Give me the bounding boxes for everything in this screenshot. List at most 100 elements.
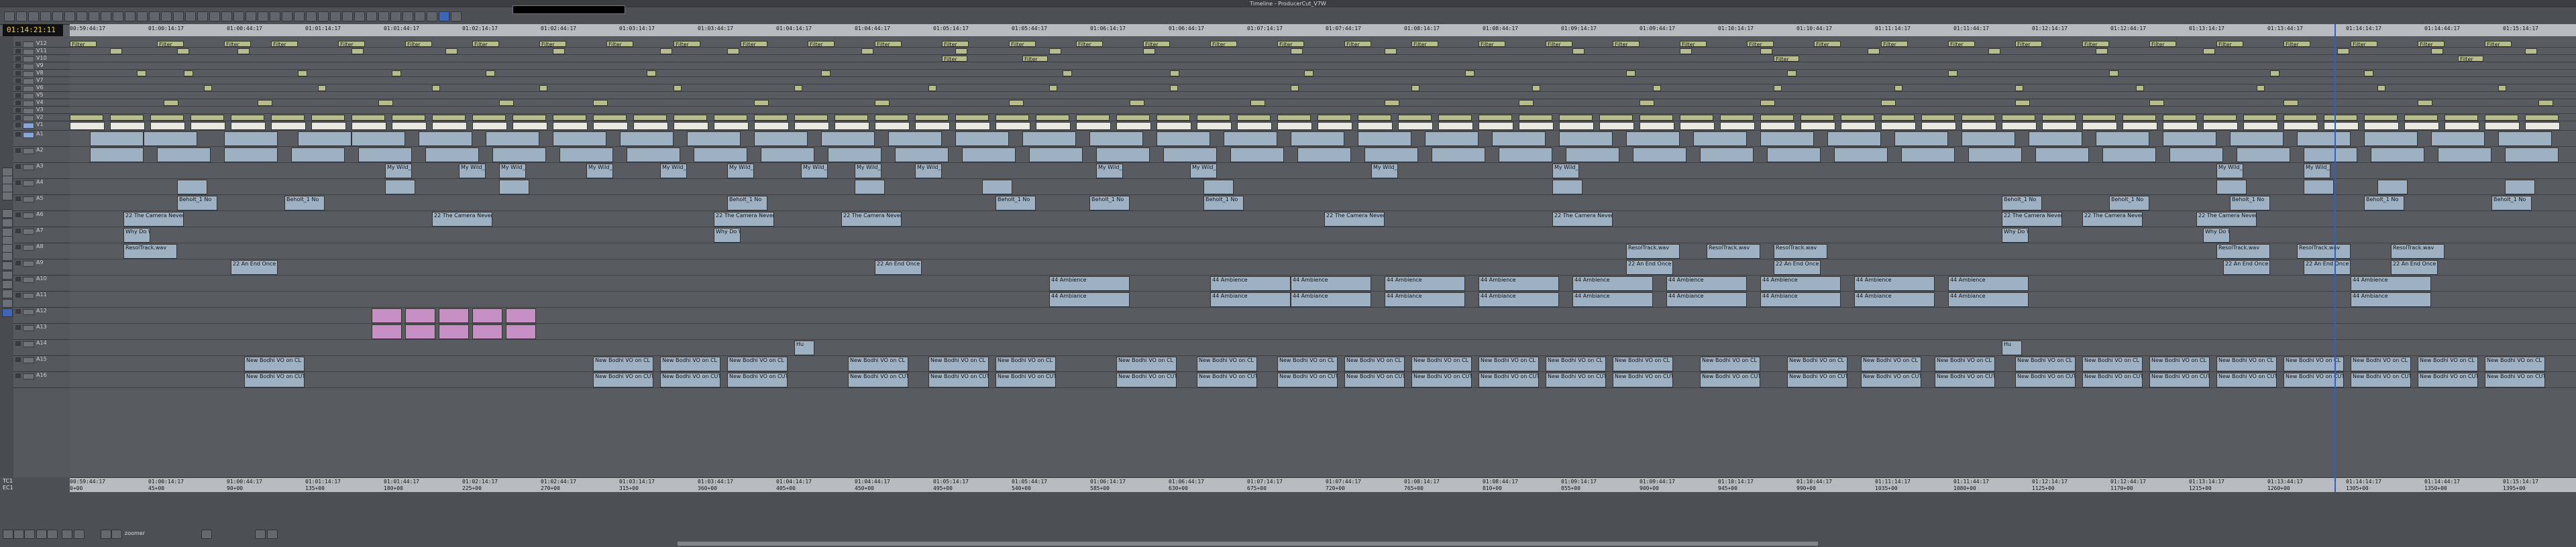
- toolbar-button-23[interactable]: [270, 11, 280, 21]
- timeline-clip[interactable]: [714, 122, 749, 130]
- timeline-clip[interactable]: [2485, 122, 2520, 130]
- track-select-a13[interactable]: [23, 325, 34, 331]
- timeline-clip[interactable]: ResolTrack.wav: [1707, 244, 1760, 259]
- timeline-clip[interactable]: [633, 115, 667, 121]
- track-select-v4[interactable]: [23, 101, 34, 107]
- track-select-a6[interactable]: [23, 212, 34, 219]
- side-tool-button-15[interactable]: [2, 299, 13, 308]
- timeline-clip[interactable]: [506, 308, 536, 323]
- track-lane-v10[interactable]: [70, 55, 2576, 62]
- timeline-clip[interactable]: [137, 70, 146, 76]
- timeline-clip[interactable]: [2203, 48, 2215, 54]
- timeline-clip[interactable]: Beholt_1 No: [2230, 196, 2270, 210]
- side-tool-button-5[interactable]: [2, 209, 13, 218]
- timeline-clip[interactable]: [1170, 85, 1178, 91]
- timeline-clip[interactable]: [2304, 147, 2357, 162]
- timeline-clip[interactable]: New Bodhi VO on CUTv404.mov: [1411, 373, 1472, 387]
- bottom-tool-button-9[interactable]: [111, 530, 122, 539]
- timeline-clip[interactable]: [1559, 115, 1593, 121]
- timeline-clip[interactable]: 44 Ambience: [1385, 276, 1465, 291]
- timeline-clip[interactable]: [1224, 131, 1277, 146]
- timeline-clip[interactable]: [224, 131, 278, 146]
- record-toggle-v3[interactable]: [15, 108, 21, 113]
- timeline-clip[interactable]: New Bodhi VO on CL: [1787, 357, 1847, 371]
- track-header-a15[interactable]: A15: [13, 356, 70, 372]
- timeline-clip[interactable]: Filter: [1277, 41, 1304, 47]
- timeline-clip[interactable]: 22 An End Once and: [875, 260, 922, 275]
- timeline-clip[interactable]: [204, 85, 212, 91]
- timeline-clip[interactable]: New Bodhi VO on CL: [2418, 357, 2478, 371]
- timeline-clip[interactable]: New Bodhi VO on CUTv404.mov: [1861, 373, 1921, 387]
- timeline-clip[interactable]: [1640, 122, 1674, 130]
- timeline-clip[interactable]: New Bodhi VO on CUTv404.mov: [2082, 373, 2143, 387]
- timeline-clip[interactable]: [2445, 122, 2479, 130]
- sequence-name-field[interactable]: [513, 5, 625, 14]
- timeline-clip[interactable]: [593, 122, 628, 130]
- timeline-clip[interactable]: Filter: [674, 41, 700, 47]
- timeline-clip[interactable]: 44 Ambience: [1572, 276, 1653, 291]
- timeline-clip[interactable]: New Bodhi VO on CL: [1197, 357, 1257, 371]
- timeline-clip[interactable]: New Bodhi VO on CUTv404.mov: [2149, 373, 2210, 387]
- timeline-clip[interactable]: Why Do We Fa: [123, 228, 150, 243]
- timeline-clip[interactable]: [1163, 147, 1217, 162]
- timeline-clip[interactable]: New Bodhi VO on CL: [1344, 357, 1405, 371]
- timeline-clip[interactable]: Filter: [2216, 41, 2243, 47]
- toolbar-button-1[interactable]: [4, 11, 15, 21]
- timeline-clip[interactable]: [2123, 122, 2157, 130]
- timeline-clip[interactable]: 22 An End Once and: [1774, 260, 1821, 275]
- timeline-clip[interactable]: New Bodhi VO on CL: [1613, 357, 1673, 371]
- timeline-clip[interactable]: [150, 122, 185, 130]
- bottom-tool-button-11[interactable]: [255, 530, 266, 539]
- timeline-clip[interactable]: [392, 70, 401, 76]
- bottom-tool-button-10[interactable]: [201, 530, 212, 539]
- timeline-clip[interactable]: New Bodhi VO on CUTv404.mov: [1613, 373, 1673, 387]
- timeline-clip[interactable]: My Wild_1033_Wild_1033: [1096, 164, 1123, 178]
- track-header-v11[interactable]: V11: [13, 48, 70, 55]
- record-toggle-v4[interactable]: [15, 101, 21, 105]
- timeline-clip[interactable]: 44 Ambiance: [2351, 292, 2431, 307]
- timeline-clip[interactable]: [1962, 115, 1995, 121]
- record-toggle-a1[interactable]: [15, 132, 21, 137]
- timeline-clip[interactable]: [1552, 180, 1582, 194]
- bottom-tool-button-1[interactable]: [3, 530, 13, 539]
- timeline-clip[interactable]: [231, 115, 264, 121]
- timeline-clip[interactable]: [955, 115, 989, 121]
- timeline-clip[interactable]: ResolTrack.wav: [1774, 244, 1827, 259]
- timeline-clip[interactable]: Filter: [157, 41, 184, 47]
- timeline-clip[interactable]: [184, 70, 193, 76]
- timeline-clip[interactable]: [1358, 131, 1411, 146]
- timeline-clip[interactable]: [1720, 115, 1754, 121]
- timeline-clip[interactable]: [1680, 48, 1692, 54]
- timeline-clip[interactable]: Filter: [2149, 41, 2176, 47]
- timeline-clip[interactable]: [352, 48, 364, 54]
- timeline-clip[interactable]: [2377, 85, 2385, 91]
- record-toggle-a6[interactable]: [15, 212, 21, 217]
- timeline-clip[interactable]: 22 The Camera Never Lie 22 Th The: [714, 212, 774, 227]
- timeline-clip[interactable]: New Bodhi VO on CL: [848, 357, 908, 371]
- bottom-tool-button-2[interactable]: [13, 530, 24, 539]
- timeline-clip[interactable]: Beholt_1 No: [727, 196, 767, 210]
- timeline-clip[interactable]: [291, 147, 345, 162]
- timeline-clip[interactable]: [1143, 48, 1155, 54]
- timeline-clip[interactable]: Filter: [1076, 41, 1103, 47]
- timeline-clip[interactable]: [1680, 115, 1713, 121]
- timeline-clip[interactable]: Filter: [1009, 41, 1036, 47]
- timeline-clip[interactable]: [1841, 122, 1876, 130]
- timeline-clip[interactable]: [419, 131, 472, 146]
- timeline-clip[interactable]: 44 Ambiance: [1291, 292, 1371, 307]
- toolbar-button-27[interactable]: [318, 11, 329, 21]
- timeline-clip[interactable]: 22 An End Once and: [2391, 260, 2438, 275]
- timeline-clip[interactable]: [593, 115, 627, 121]
- timeline-clip[interactable]: [1841, 115, 1874, 121]
- record-toggle-a11[interactable]: [15, 293, 21, 298]
- timeline-clip[interactable]: Filter: [1774, 56, 1799, 62]
- timeline-clip[interactable]: [157, 147, 211, 162]
- timeline-clip[interactable]: Beholt_1 No: [2364, 196, 2404, 210]
- timeline-clip[interactable]: [472, 122, 507, 130]
- timeline-clip[interactable]: New Bodhi VO on CUTv404.mov: [2015, 373, 2076, 387]
- timeline-clip[interactable]: New Bodhi VO on CUTv404.mov: [1344, 373, 1405, 387]
- timeline-clip[interactable]: [835, 115, 868, 121]
- timeline-clip[interactable]: Filter: [2015, 41, 2042, 47]
- timeline-clip[interactable]: 44 Ambience: [1666, 276, 1747, 291]
- timeline-clip[interactable]: [1089, 131, 1143, 146]
